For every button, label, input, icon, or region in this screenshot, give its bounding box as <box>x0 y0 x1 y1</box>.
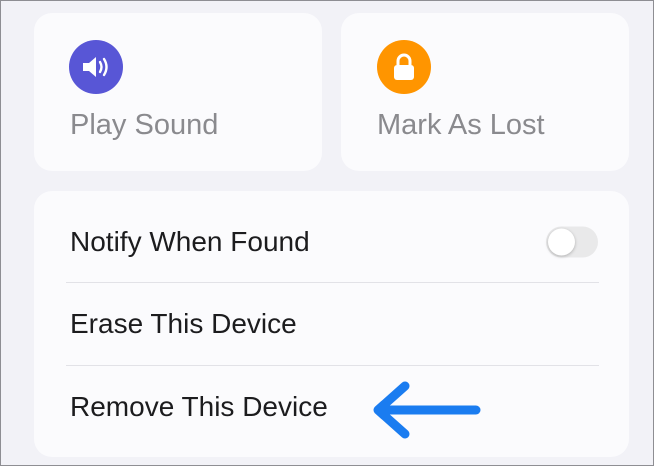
lock-icon <box>377 40 431 94</box>
screenshot-frame: Play Sound Mark As Lost Notify When Foun… <box>0 0 654 466</box>
mark-as-lost-label: Mark As Lost <box>377 109 545 141</box>
toggle-knob <box>548 228 575 256</box>
speaker-icon <box>69 40 123 94</box>
mark-as-lost-button[interactable]: Mark As Lost <box>341 13 629 171</box>
play-sound-label: Play Sound <box>70 109 219 141</box>
remove-this-device-button[interactable]: Remove This Device <box>70 366 599 448</box>
notify-when-found-label: Notify When Found <box>70 226 310 257</box>
device-settings-list: Notify When Found Erase This Device Remo… <box>34 191 629 457</box>
notify-when-found-toggle[interactable] <box>546 226 598 258</box>
erase-this-device-label: Erase This Device <box>70 308 297 339</box>
play-sound-button[interactable]: Play Sound <box>34 13 322 171</box>
remove-this-device-label: Remove This Device <box>70 391 328 422</box>
arrow-left-icon <box>367 380 485 445</box>
erase-this-device-button[interactable]: Erase This Device <box>70 283 599 365</box>
notify-when-found-row: Notify When Found <box>70 201 599 283</box>
